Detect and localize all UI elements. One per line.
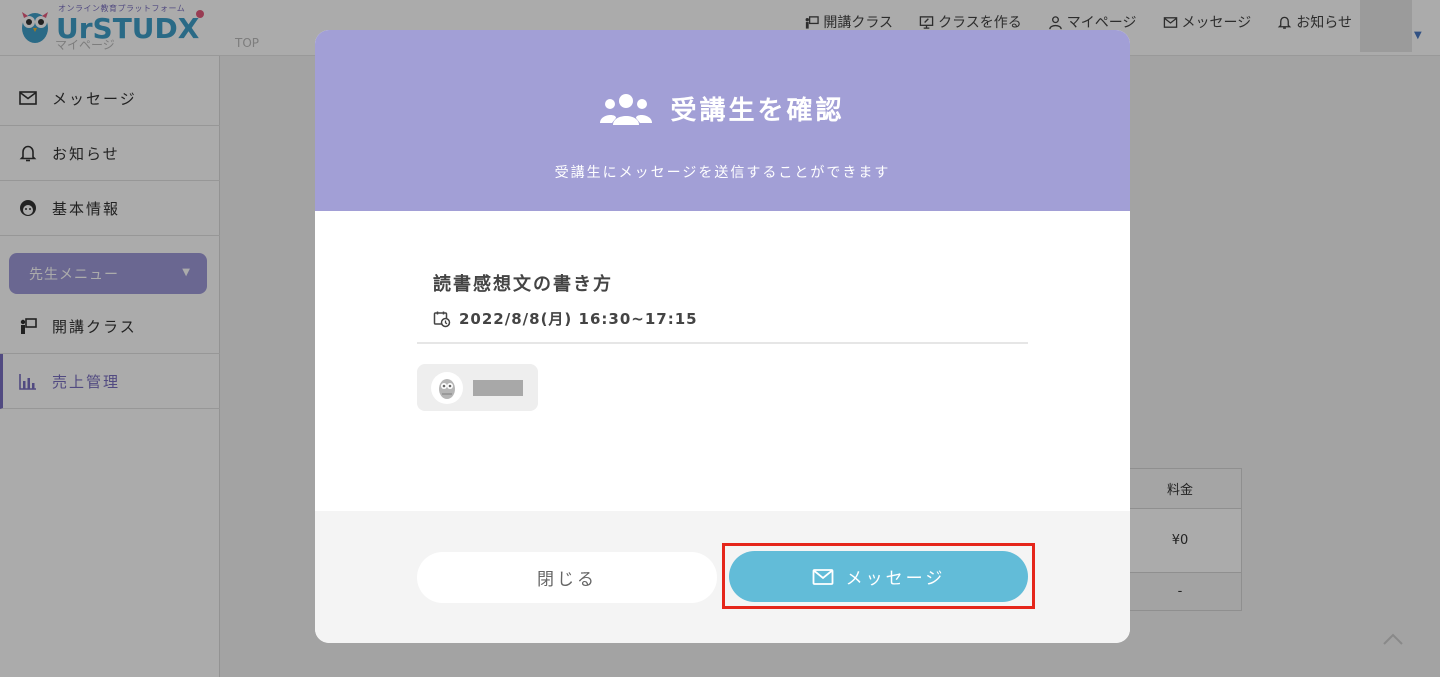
class-title: 読書感想文の書き方 bbox=[433, 274, 613, 295]
avatar bbox=[431, 371, 463, 404]
class-datetime-text: 2022/8/8(月) 16:30~17:15 bbox=[459, 310, 698, 328]
calendar-clock-icon bbox=[433, 311, 451, 327]
message-button-label: メッセージ bbox=[845, 569, 946, 589]
message-button[interactable]: メッセージ bbox=[729, 551, 1028, 602]
divider bbox=[417, 342, 1028, 344]
student-avatar-icon bbox=[439, 378, 455, 399]
mail-icon bbox=[812, 568, 834, 585]
modal-header: 受講生を確認 受講生にメッセージを送信することができます bbox=[315, 30, 1130, 211]
modal-title: 受講生を確認 bbox=[670, 96, 845, 126]
close-button[interactable]: 閉じる bbox=[417, 552, 717, 603]
modal-footer: 閉じる メッセージ bbox=[315, 511, 1130, 643]
class-datetime: 2022/8/8(月) 16:30~17:15 bbox=[433, 308, 698, 329]
student-name-redacted bbox=[473, 379, 523, 396]
confirm-students-modal: 受講生を確認 受講生にメッセージを送信することができます 読書感想文の書き方 2… bbox=[315, 30, 1130, 643]
modal-subtitle: 受講生にメッセージを送信することができます bbox=[554, 165, 891, 181]
users-group-icon bbox=[600, 93, 653, 125]
student-chip[interactable] bbox=[417, 364, 538, 411]
modal-title-row: 受講生を確認 bbox=[315, 90, 1130, 127]
